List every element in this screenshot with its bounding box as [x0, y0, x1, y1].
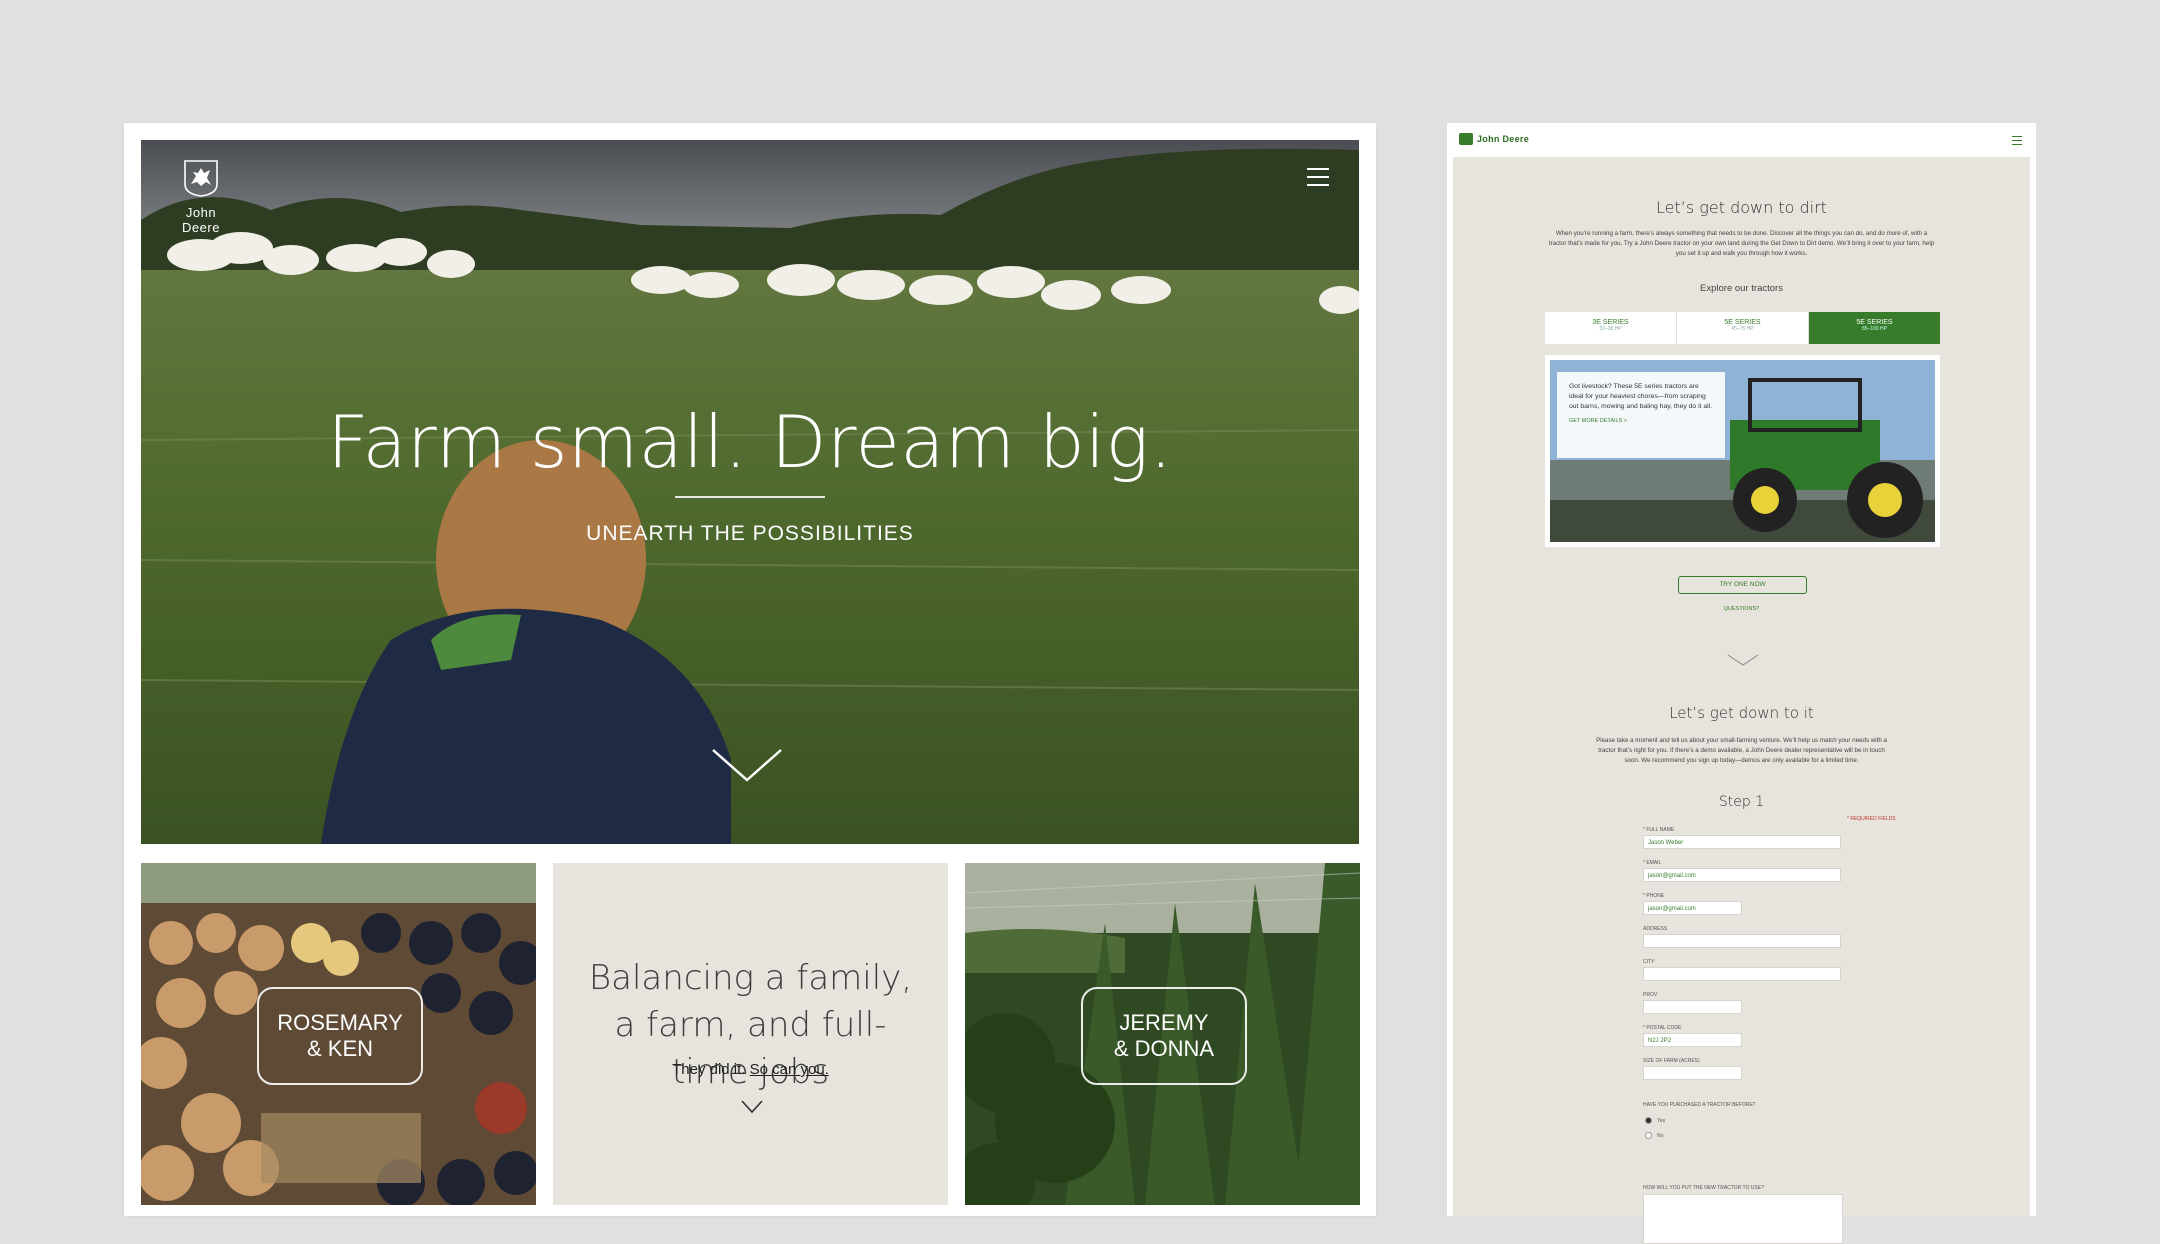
- intro-paragraph: When you’re running a farm, there’s alwa…: [1548, 230, 1935, 257]
- radio-no-label: No: [1657, 1132, 1664, 1139]
- question-purchased: HAVE YOU PURCHASED A TRACTOR BEFORE?: [1643, 1102, 1756, 1108]
- tab-sub: 45–75 HP: [1731, 326, 1754, 332]
- radio-yes-label: Yes: [1657, 1117, 1666, 1124]
- radio-yes[interactable]: Yes: [1645, 1117, 1665, 1124]
- mobile-content: Let’s get down to dirt When you’re runni…: [1453, 157, 2030, 1244]
- badge-line-1: ROSEMARY: [277, 1010, 403, 1035]
- address-field[interactable]: [1643, 934, 1841, 948]
- logo-wordmark: John Deere: [182, 205, 220, 235]
- story-tile-quote: Balancing a family, a farm, and full-tim…: [553, 863, 948, 1205]
- mobile-logo-text: John Deere: [1477, 134, 1530, 144]
- hamburger-menu-icon[interactable]: [1307, 168, 1329, 186]
- city-field[interactable]: [1643, 967, 1841, 981]
- story-badge-jeremy-donna: JEREMY & DONNA: [1081, 987, 1247, 1085]
- quote-sub-prefix: They did it.: [672, 1061, 746, 1078]
- so-can-you-link[interactable]: So can you.: [750, 1061, 829, 1078]
- heading-down-to-it: Let’s get down to it: [1669, 704, 1814, 722]
- tab-label: 5E SERIES: [1724, 319, 1761, 326]
- label-full-name: * FULL NAME: [1643, 827, 1675, 833]
- mobile-page: John Deere Let’s get down to dirt When y…: [1447, 123, 2036, 1244]
- postal-code-field[interactable]: N2J 2P2: [1643, 1033, 1742, 1047]
- label-farm-size: SIZE OF FARM (ACRES): [1643, 1058, 1700, 1064]
- mobile-header: John Deere: [1447, 123, 2036, 157]
- label-address: ADDRESS: [1643, 926, 1668, 932]
- questions-link[interactable]: QUESTIONS?: [1453, 606, 2030, 612]
- hero-photo: [141, 140, 1359, 844]
- label-postal-code: * POSTAL CODE: [1643, 1025, 1682, 1031]
- hero-divider: [675, 496, 825, 498]
- deer-logo-icon: [1459, 133, 1473, 145]
- label-prov: PROV: [1643, 992, 1658, 998]
- tab-label: 5E SERIES: [1856, 319, 1893, 326]
- radio-no[interactable]: No: [1645, 1132, 1663, 1139]
- label-city: CITY: [1643, 959, 1655, 965]
- phone-field[interactable]: jason@gmail.com: [1643, 901, 1742, 915]
- form-intro: Please take a moment and tell us about y…: [1596, 737, 1887, 764]
- story-tile-jeremy-donna[interactable]: JEREMY & DONNA: [965, 863, 1360, 1205]
- hero-headline: Farm small. Dream big.: [327, 400, 1173, 484]
- tab-3e-series[interactable]: 3E SERIES 32–38 HP: [1545, 312, 1677, 344]
- hamburger-menu-icon[interactable]: [2012, 136, 2022, 145]
- tab-label: 3E SERIES: [1592, 319, 1629, 326]
- tab-sub: 32–38 HP: [1599, 326, 1622, 332]
- promo-text: Got livestock? These 5E series tractors …: [1569, 383, 1713, 410]
- mobile-logo[interactable]: John Deere: [1459, 133, 1529, 145]
- chevron-down-icon[interactable]: [741, 1100, 763, 1114]
- badge-line-2: & DONNA: [1113, 1036, 1215, 1061]
- story-badge-rosemary-ken: ROSEMARY & KEN: [257, 987, 423, 1085]
- hero-section: John Deere Farm small. Dream big. UNEART…: [141, 140, 1359, 844]
- series-tabs: 3E SERIES 32–38 HP 5E SERIES 45–75 HP 5E…: [1545, 312, 1940, 344]
- tab-5e-series-85-100[interactable]: 5E SERIES 85–100 HP: [1809, 312, 1940, 344]
- get-more-details-link[interactable]: GET MORE DETAILS >: [1569, 416, 1713, 426]
- chevron-down-icon[interactable]: [711, 748, 783, 784]
- question-use: HOW WILL YOU PUT THE NEW TRACTOR TO USE?: [1643, 1185, 1764, 1191]
- promo-card: Got livestock? These 5E series tractors …: [1557, 372, 1725, 458]
- required-note: * REQUIRED FIELDS: [1847, 816, 1896, 822]
- prov-field[interactable]: [1643, 1000, 1742, 1014]
- label-email: * EMAIL: [1643, 860, 1662, 866]
- try-one-now-button[interactable]: TRY ONE NOW: [1678, 576, 1807, 594]
- tab-sub: 85–100 HP: [1861, 326, 1888, 332]
- deer-logo-icon: [184, 160, 218, 197]
- farm-size-field[interactable]: [1643, 1066, 1742, 1080]
- explore-label: Explore our tractors: [1700, 283, 1783, 294]
- tab-5e-series-45-75[interactable]: 5E SERIES 45–75 HP: [1677, 312, 1809, 344]
- chevron-down-icon[interactable]: [1727, 654, 1759, 666]
- badge-line-2: & KEN: [306, 1036, 374, 1061]
- hero-subheadline: UNEARTH THE POSSIBILITIES: [586, 522, 914, 545]
- john-deere-logo[interactable]: John Deere: [166, 158, 236, 235]
- story-tile-rosemary-ken[interactable]: ROSEMARY & KEN: [141, 863, 536, 1205]
- radio-dot-icon: [1645, 1132, 1652, 1139]
- tractor-promo: Got livestock? These 5E series tractors …: [1545, 355, 1940, 547]
- quote-subline: They did it. So can you.: [553, 1061, 948, 1078]
- label-phone: * PHONE: [1643, 893, 1665, 899]
- radio-dot-icon: [1645, 1117, 1652, 1124]
- badge-line-1: JEREMY: [1119, 1010, 1209, 1035]
- tractor-use-textarea[interactable]: [1643, 1194, 1843, 1244]
- heading-down-to-dirt: Let’s get down to dirt: [1656, 198, 1827, 217]
- full-name-field[interactable]: Jason Weber: [1643, 835, 1841, 849]
- step-label: Step 1: [1718, 794, 1765, 810]
- email-field[interactable]: jason@gmail.com: [1643, 868, 1841, 882]
- desktop-page: John Deere Farm small. Dream big. UNEART…: [124, 123, 1376, 1216]
